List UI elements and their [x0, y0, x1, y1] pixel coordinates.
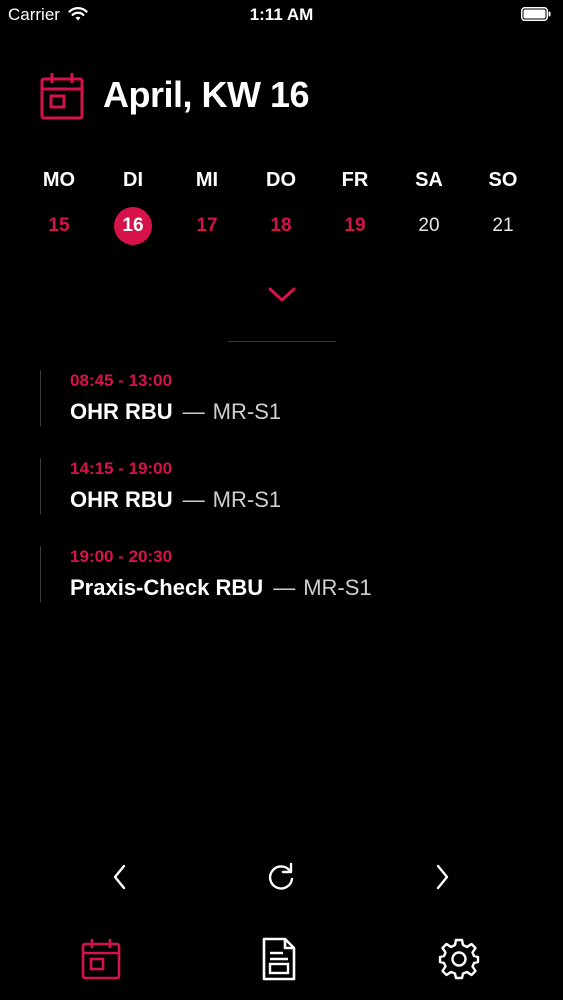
event-separator: — [273, 575, 296, 600]
next-week-button[interactable] [422, 857, 462, 897]
event-separator: — [182, 399, 205, 424]
previous-week-button[interactable] [100, 857, 140, 897]
screen: Carrier 1:11 AM April, KW 16 MO 15 DI 16 [0, 0, 563, 1000]
day-name: MI [195, 169, 219, 191]
event-separator: — [182, 487, 205, 512]
day-name: MO [42, 169, 76, 191]
day-number[interactable]: 18 [262, 207, 300, 245]
event-line: OHR RBU — MR-S1 [70, 486, 550, 514]
calendar-icon [40, 73, 84, 120]
day-sunday[interactable]: SO 21 [466, 168, 540, 245]
event-item[interactable]: 14:15 - 19:00 OHR RBU — MR-S1 [40, 458, 550, 514]
day-wednesday[interactable]: MI 17 [170, 168, 244, 245]
day-number[interactable]: 17 [188, 207, 226, 245]
day-tuesday[interactable]: DI 16 [96, 168, 170, 245]
day-thursday[interactable]: DO 18 [244, 168, 318, 245]
selected-day-number[interactable]: 16 [114, 207, 152, 245]
chevron-down-icon[interactable] [266, 284, 298, 306]
event-room: MR-S1 [212, 399, 282, 424]
day-saturday[interactable]: SA 20 [392, 168, 466, 245]
calendar-icon [81, 939, 121, 980]
day-number[interactable]: 19 [336, 207, 374, 245]
day-name: SO [488, 169, 518, 191]
refresh-button[interactable] [261, 857, 301, 897]
tab-documents[interactable] [257, 936, 301, 982]
status-time: 1:11 AM [249, 5, 314, 24]
gear-icon [438, 938, 480, 980]
event-item[interactable]: 19:00 - 20:30 Praxis-Check RBU — MR-S1 [40, 546, 550, 602]
event-time: 08:45 - 13:00 [70, 371, 173, 390]
event-title: Praxis-Check RBU [70, 575, 264, 600]
day-name: DO [266, 169, 296, 191]
battery-icon [521, 7, 551, 21]
day-name: SA [415, 169, 443, 191]
document-icon [262, 937, 296, 981]
status-bar: Carrier 1:11 AM [0, 0, 563, 30]
chevron-left-icon [113, 864, 126, 890]
tab-calendar[interactable] [79, 936, 123, 982]
event-item[interactable]: 08:45 - 13:00 OHR RBU — MR-S1 [40, 370, 550, 426]
page-title: April, KW 16 [103, 74, 310, 115]
event-room: MR-S1 [212, 487, 282, 512]
event-time: 14:15 - 19:00 [70, 459, 173, 478]
event-title: OHR RBU [70, 487, 173, 512]
day-name: DI [123, 169, 143, 191]
tab-settings[interactable] [437, 936, 481, 982]
event-line: Praxis-Check RBU — MR-S1 [70, 574, 550, 602]
event-title: OHR RBU [70, 399, 173, 424]
divider [228, 341, 336, 342]
week-strip: MO 15 DI 16 MI 17 DO 18 FR 19 SA 20 SO 2… [22, 168, 540, 245]
day-number[interactable]: 21 [484, 207, 522, 245]
day-friday[interactable]: FR 19 [318, 168, 392, 245]
day-number[interactable]: 20 [410, 207, 448, 245]
day-name: FR [341, 169, 369, 191]
chevron-right-icon [436, 864, 449, 890]
refresh-icon [268, 862, 294, 890]
event-room: MR-S1 [303, 575, 372, 600]
day-number[interactable]: 15 [40, 207, 78, 245]
day-monday[interactable]: MO 15 [22, 168, 96, 245]
event-time: 19:00 - 20:30 [70, 547, 173, 566]
event-line: OHR RBU — MR-S1 [70, 398, 550, 426]
